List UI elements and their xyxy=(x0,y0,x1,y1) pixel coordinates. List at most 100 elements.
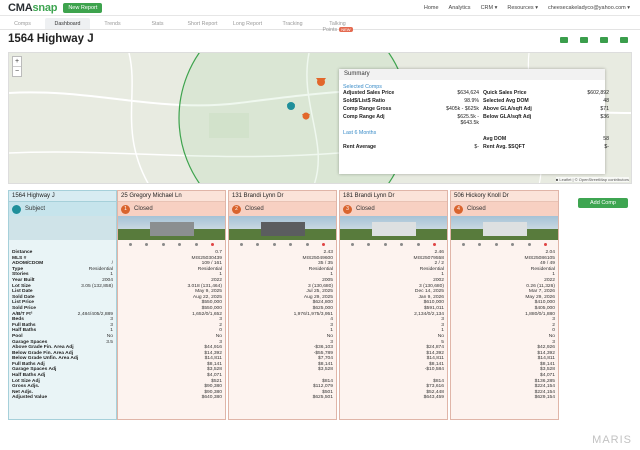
gear-icon[interactable] xyxy=(289,242,293,246)
nav-link[interactable]: Home xyxy=(424,5,439,11)
stat-label: Sold$/List$ Ratio xyxy=(343,98,386,104)
detail-value: -$10,584 xyxy=(424,367,444,373)
nav-link[interactable]: Resources ▾ xyxy=(507,5,538,11)
comp-address[interactable]: 181 Brandi Lynn Dr xyxy=(340,191,447,202)
action-icons xyxy=(451,240,558,248)
nav-link[interactable]: Analytics xyxy=(449,5,471,11)
info-icon[interactable] xyxy=(478,242,482,246)
stat-label: Comp Range Gross xyxy=(343,106,392,112)
zoom-in-button[interactable]: + xyxy=(13,57,21,66)
property-photo[interactable] xyxy=(340,216,447,240)
stat-label: Rent Average xyxy=(343,144,377,150)
remove-icon[interactable] xyxy=(544,242,548,246)
status-label: Subject xyxy=(25,206,46,212)
zoom-control: + − xyxy=(12,56,22,77)
camera-icon[interactable] xyxy=(461,242,465,246)
edit-icon[interactable] xyxy=(600,37,608,43)
detail-value: $3,528 xyxy=(318,367,333,373)
map-pin-icon[interactable] xyxy=(161,242,165,246)
new-report-button[interactable]: New Report xyxy=(63,2,103,13)
camera-icon[interactable] xyxy=(560,37,568,43)
detail-label: Adjusted Value xyxy=(12,395,48,401)
action-icons xyxy=(118,240,225,248)
comp-address[interactable]: 131 Brandi Lynn Dr xyxy=(229,191,336,202)
info-icon[interactable] xyxy=(367,242,371,246)
property-details: 2.04 MIS25086105 49 / 49 Residential 1 2022 0.… xyxy=(451,248,558,401)
stat-value xyxy=(439,136,479,142)
info-icon[interactable] xyxy=(256,242,260,246)
cmasnap-logo[interactable]: CMAsnap xyxy=(8,2,58,14)
zoom-out-button[interactable]: − xyxy=(13,66,21,76)
star-icon[interactable] xyxy=(527,242,531,246)
gear-icon[interactable] xyxy=(400,242,404,246)
top-navigation: Home Analytics CRM ▾ Resources ▾ cheesecakel… xyxy=(424,5,630,11)
map-pin-icon[interactable] xyxy=(494,242,498,246)
trash-icon[interactable] xyxy=(620,37,628,43)
subject-address[interactable]: 1564 Highway J xyxy=(9,191,116,202)
star-icon[interactable] xyxy=(194,242,198,246)
comp-number-badge: 3 xyxy=(343,204,352,214)
comp-marker-icon xyxy=(317,78,325,86)
status-bar: 3 Closed xyxy=(340,202,447,216)
status-label: Closed xyxy=(356,206,375,212)
camera-icon[interactable] xyxy=(350,242,354,246)
map-pin-icon[interactable] xyxy=(383,242,387,246)
nav-link[interactable]: CRM ▾ xyxy=(481,5,498,11)
star-icon[interactable] xyxy=(416,242,420,246)
subject-map-thumbnail[interactable] xyxy=(9,216,116,240)
tab-comps[interactable]: Comps xyxy=(0,18,45,29)
property-details: Distance MLS # ADOM/CDOM / Type Residential St… xyxy=(9,248,116,401)
map-pin-icon[interactable] xyxy=(272,242,276,246)
stat-value: $- xyxy=(604,144,609,150)
stat-label xyxy=(343,136,435,142)
info-icon[interactable] xyxy=(145,242,149,246)
stat-value: $405k - $625k xyxy=(446,106,479,112)
star-icon[interactable] xyxy=(305,242,309,246)
last-6-months-label: Last 6 Months xyxy=(343,130,377,136)
selected-comps-label: Selected Comps xyxy=(343,84,382,90)
eye-icon[interactable] xyxy=(580,37,588,43)
comp-number-badge: 4 xyxy=(454,204,463,214)
detail-value: 1,652/0/1,652 xyxy=(192,311,222,317)
property-photo[interactable] xyxy=(451,216,558,240)
property-details: 2.43 MIS25049600 35 / 35 Residential 1 2005 3 … xyxy=(229,248,336,401)
detail-value: $640,380 xyxy=(201,395,222,401)
property-photo[interactable] xyxy=(118,216,225,240)
add-comp-button[interactable]: Add Comp xyxy=(578,198,628,208)
camera-icon[interactable] xyxy=(128,242,132,246)
tab-label: Short Report xyxy=(187,21,218,27)
status-bar: 4 Closed xyxy=(451,202,558,216)
action-icons xyxy=(340,240,447,248)
stat-value: $71 xyxy=(600,106,609,112)
detail-value: $643,459 xyxy=(423,395,444,401)
remove-icon[interactable] xyxy=(211,242,215,246)
subject-column: 1564 Highway J Subject Distance MLS # ADOM/C… xyxy=(8,190,117,420)
property-photo[interactable] xyxy=(229,216,336,240)
comp-address[interactable]: 25 Gregory Michael Ln xyxy=(118,191,225,202)
stat-value: $36 xyxy=(600,114,609,120)
comp-address[interactable]: 506 Hickory Knoll Dr xyxy=(451,191,558,202)
detail-value: 1,880/0/1,880 xyxy=(525,311,555,317)
remove-icon[interactable] xyxy=(433,242,437,246)
camera-icon[interactable] xyxy=(239,242,243,246)
detail-row: Adjusted Value xyxy=(9,395,116,401)
tab-short-report[interactable]: Short Report xyxy=(180,18,225,29)
maris-watermark: MARIS xyxy=(592,434,632,446)
remove-icon[interactable] xyxy=(322,242,326,246)
comps-map[interactable]: + − Summary Selected Comps Adjusted Sale… xyxy=(8,52,632,184)
comp-number-badge: 1 xyxy=(121,204,130,214)
detail-row: $625,501 xyxy=(229,395,336,401)
tab-long-report[interactable]: Long Report xyxy=(225,18,270,29)
app-window: CMAsnap New Report Home Analytics CRM ▾ Res… xyxy=(0,0,640,450)
tab-dashboard[interactable]: Dashboard xyxy=(45,18,90,29)
nav-link[interactable]: cheesecakeladyco@yahoo.com ▾ xyxy=(548,5,630,11)
tab-trends[interactable]: Trends xyxy=(90,18,135,29)
selected-comps-stats: Adjusted Sales Price $634,624 Quick Sales … xyxy=(339,90,609,126)
gear-icon[interactable] xyxy=(178,242,182,246)
house-image xyxy=(150,222,194,236)
tab-tracking[interactable]: Tracking xyxy=(270,18,315,29)
gear-icon[interactable] xyxy=(511,242,515,246)
tab-stats[interactable]: Stats xyxy=(135,18,180,29)
stat-value: 58 xyxy=(603,136,609,142)
tab-talking-points[interactable]: Talking Points NEW xyxy=(315,18,360,33)
